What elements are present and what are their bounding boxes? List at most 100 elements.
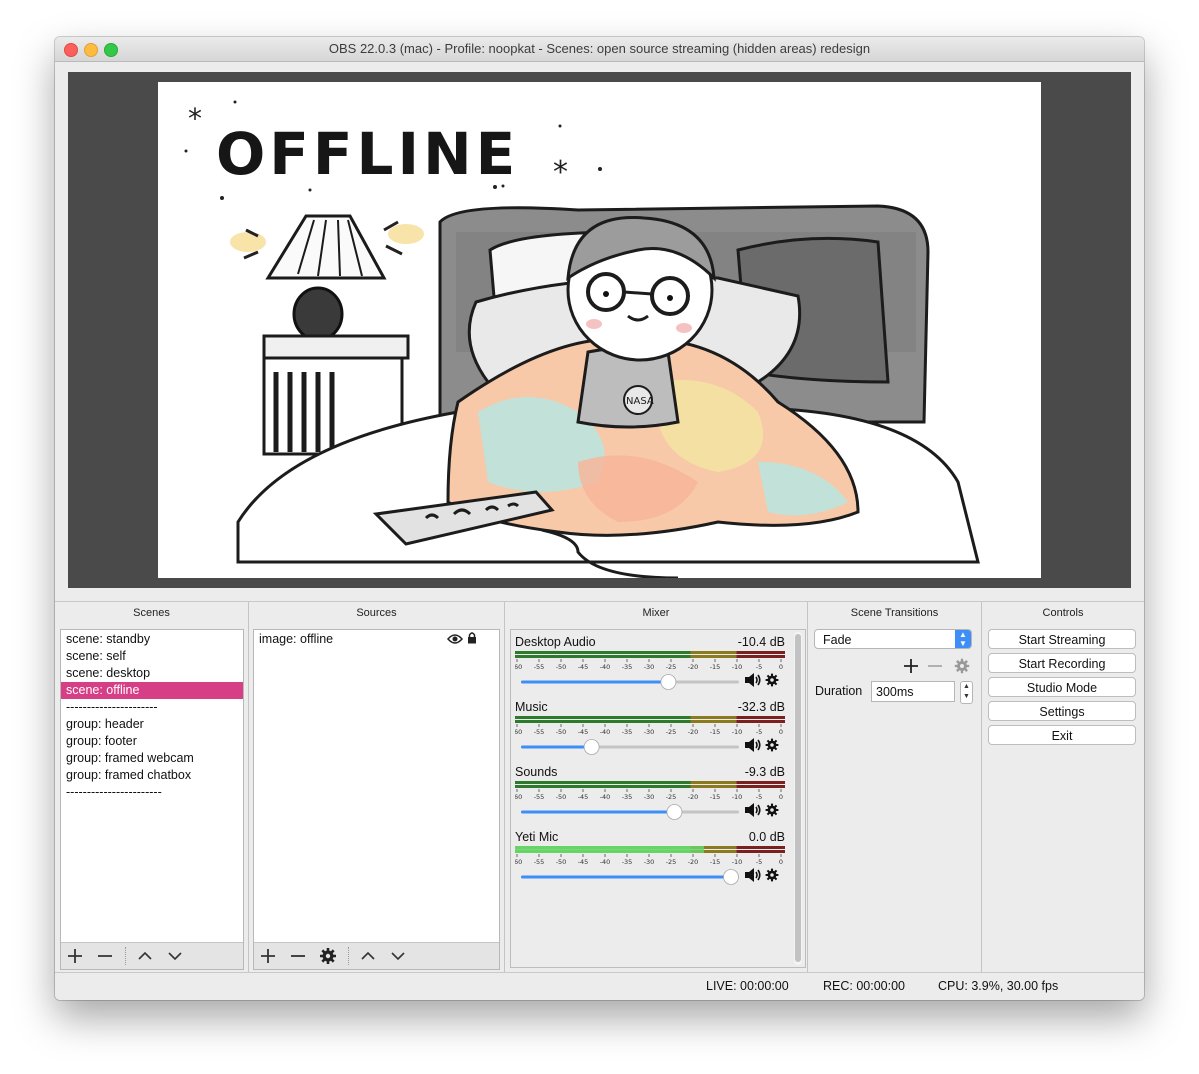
meter-scale-label: -50: [556, 793, 567, 801]
meter-scale-label: -10: [732, 728, 743, 736]
mixer-scroll-thumb[interactable]: [795, 634, 801, 962]
meter-scale-label: -10: [732, 858, 743, 866]
chevron-down-icon: [168, 952, 182, 961]
meter-scale-label: 0: [779, 663, 783, 671]
move-scene-down-button[interactable]: [165, 946, 185, 966]
volume-meter: -60-55-50-45-40-35-30-25-20-15-10-50: [515, 716, 785, 736]
meter-scale-label: -5: [756, 793, 762, 801]
volume-slider[interactable]: [519, 673, 743, 691]
eye-icon[interactable]: [447, 632, 463, 650]
separator-item[interactable]: -----------------------: [61, 784, 243, 801]
meter-scale-label: -50: [556, 728, 567, 736]
settings-button[interactable]: Settings: [988, 701, 1136, 721]
speaker-icon[interactable]: [744, 802, 762, 823]
window-title: OBS 22.0.3 (mac) - Profile: noopkat - Sc…: [328, 41, 871, 56]
gear-icon[interactable]: [764, 737, 780, 758]
speaker-icon[interactable]: [744, 737, 762, 758]
volume-slider[interactable]: [519, 738, 743, 756]
meter-scale-label: -45: [578, 858, 589, 866]
meter-level: [515, 846, 704, 853]
scenes-list[interactable]: scene: standby scene: self scene: deskto…: [60, 629, 244, 970]
meter-scale-label: -20: [688, 728, 699, 736]
scene-item[interactable]: group: framed webcam: [61, 750, 243, 767]
scene-item[interactable]: group: footer: [61, 733, 243, 750]
meter-scale-label: -45: [578, 793, 589, 801]
mixer-channel: Yeti Mic0.0 dB-60-55-50-45-40-35-30-25-2…: [515, 830, 785, 890]
move-source-down-button[interactable]: [388, 946, 408, 966]
meter-scale-label: -35: [622, 793, 633, 801]
volume-meter: -60-55-50-45-40-35-30-25-20-15-10-50: [515, 846, 785, 866]
slider-fill: [521, 680, 669, 684]
slider-knob: [660, 674, 677, 690]
scene-item-selected[interactable]: scene: offline: [61, 682, 243, 699]
source-label: image: offline: [259, 632, 334, 646]
preview-canvas[interactable]: * * OFFLINE NASA: [158, 82, 1041, 578]
move-source-up-button[interactable]: [358, 946, 378, 966]
channel-db-readout: -10.4 dB: [737, 635, 785, 649]
minus-icon: [98, 955, 112, 957]
meter-scale-label: 0: [779, 793, 783, 801]
scene-item[interactable]: group: header: [61, 716, 243, 733]
gear-icon[interactable]: [764, 672, 780, 693]
scene-item[interactable]: scene: self: [61, 648, 243, 665]
meter-segment: [736, 655, 785, 658]
speaker-icon[interactable]: [744, 867, 762, 888]
add-transition-button[interactable]: [902, 657, 920, 680]
meter-segment: [515, 716, 691, 719]
volume-slider[interactable]: [519, 868, 743, 886]
duration-label: Duration: [815, 684, 863, 698]
preview-area[interactable]: * * OFFLINE NASA: [68, 72, 1131, 588]
meter-scale-label: -25: [666, 663, 677, 671]
remove-scene-button[interactable]: [95, 946, 115, 966]
meter-segment: [690, 720, 737, 723]
gear-icon[interactable]: [764, 802, 780, 823]
chevron-down-icon: [391, 952, 405, 961]
meter-scale-label: -40: [600, 793, 611, 801]
speaker-icon[interactable]: [744, 672, 762, 693]
gear-icon[interactable]: [764, 867, 780, 888]
meter-segment: [736, 716, 785, 719]
remove-source-button[interactable]: [288, 946, 308, 966]
source-item[interactable]: image: offline: [254, 630, 499, 648]
transition-select[interactable]: Fade ▲ ▼: [814, 629, 972, 649]
meter-scale-label: -35: [622, 728, 633, 736]
obs-window: OBS 22.0.3 (mac) - Profile: noopkat - Sc…: [55, 37, 1144, 1000]
meter-segment: [515, 655, 691, 658]
add-source-button[interactable]: [258, 946, 278, 966]
lock-icon[interactable]: [467, 631, 477, 649]
start-recording-button[interactable]: Start Recording: [988, 653, 1136, 673]
duration-input[interactable]: 300ms: [871, 681, 955, 702]
add-scene-button[interactable]: [65, 946, 85, 966]
transition-selected-value: Fade: [823, 633, 852, 647]
plus-icon: [68, 949, 82, 963]
meter-segment: [515, 651, 691, 654]
meter-scale-label: -20: [688, 793, 699, 801]
exit-button[interactable]: Exit: [988, 725, 1136, 745]
studio-mode-button[interactable]: Studio Mode: [988, 677, 1136, 697]
minus-icon: [291, 955, 305, 957]
sources-toolbar: [254, 942, 499, 969]
start-streaming-button[interactable]: Start Streaming: [988, 629, 1136, 649]
meter-scale-label: -10: [732, 663, 743, 671]
meter-scale-label: -25: [666, 858, 677, 866]
mixer-dock: Mixer Desktop Audio-10.4 dB-60-55-50-45-…: [505, 602, 808, 972]
volume-slider[interactable]: [519, 803, 743, 821]
meter-scale-label: -55: [534, 793, 545, 801]
meter-segment: [736, 850, 785, 853]
transition-properties-button[interactable]: [953, 657, 971, 680]
move-scene-up-button[interactable]: [135, 946, 155, 966]
scene-item[interactable]: group: framed chatbox: [61, 767, 243, 784]
duration-stepper[interactable]: ▲ ▼: [960, 681, 973, 704]
plus-icon: [261, 949, 275, 963]
source-properties-button[interactable]: [318, 946, 338, 966]
sources-list[interactable]: image: offline: [253, 629, 500, 970]
mixer-scrollbar[interactable]: [794, 632, 802, 965]
scene-item[interactable]: scene: desktop: [61, 665, 243, 682]
separator-item[interactable]: ----------------------: [61, 699, 243, 716]
remove-transition-button[interactable]: [926, 657, 944, 680]
controls-dock: Controls Start Streaming Start Recording…: [982, 602, 1144, 972]
channel-name: Yeti Mic: [515, 830, 559, 844]
meter-scale-label: -25: [666, 793, 677, 801]
meter-scale-label: -5: [756, 663, 762, 671]
scene-item[interactable]: scene: standby: [61, 631, 243, 648]
